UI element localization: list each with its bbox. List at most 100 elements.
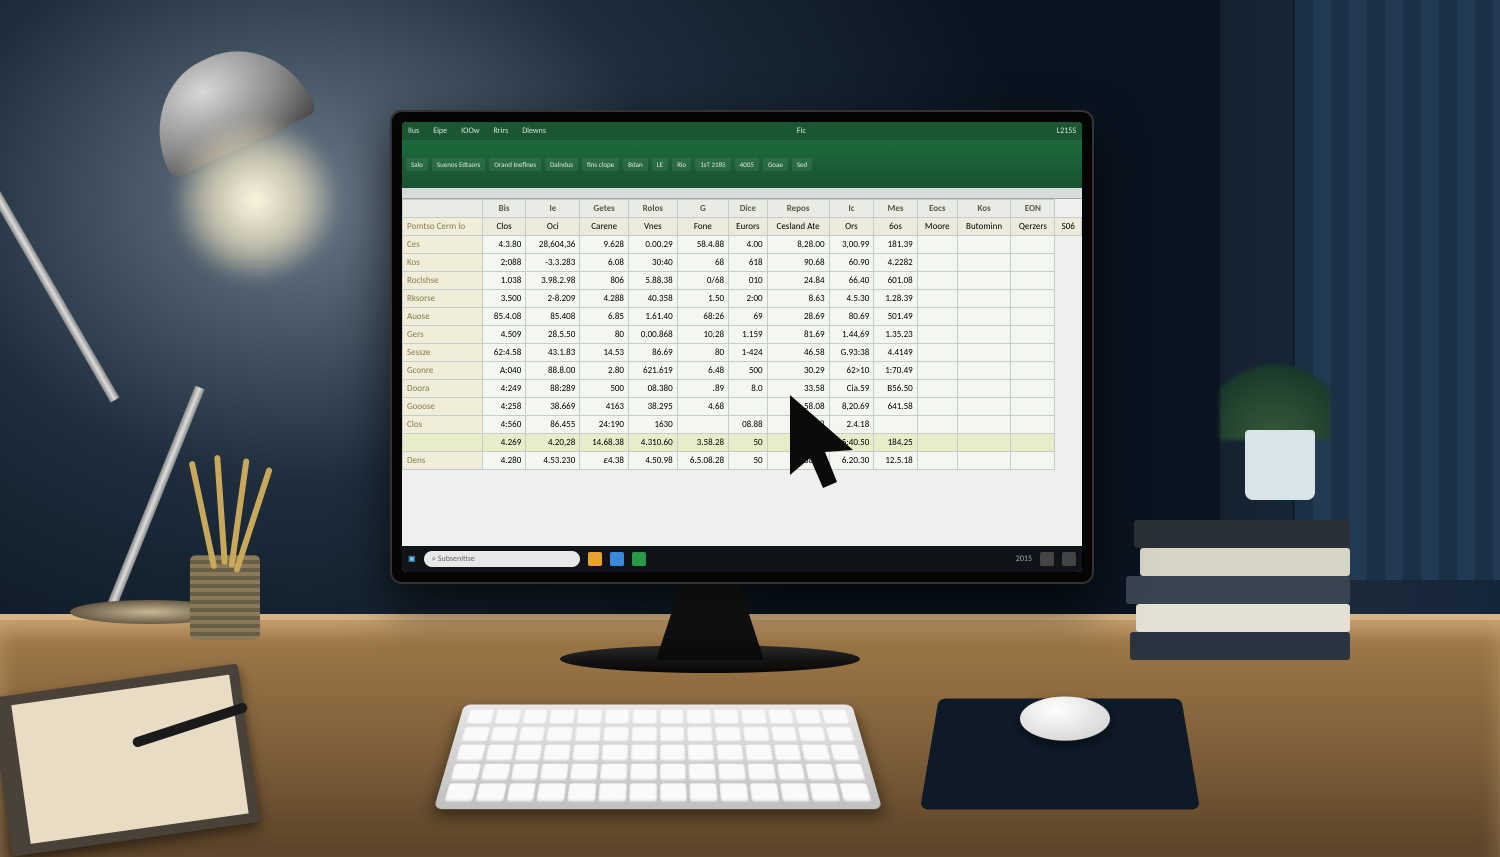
cell[interactable] (874, 416, 917, 434)
cell[interactable]: 184.25 (874, 434, 917, 452)
table-row[interactable]: 4.2694.20,2814.68.384.310.603.58.2850461… (403, 434, 1082, 452)
column-header[interactable]: Bis (482, 200, 525, 218)
cell[interactable]: 181.39 (874, 236, 917, 254)
cell[interactable]: 618 (729, 254, 768, 272)
ribbon-button[interactable]: Rio (672, 158, 691, 171)
cell[interactable]: 1-424 (729, 344, 768, 362)
cell[interactable]: 46.58 (767, 344, 829, 362)
cell[interactable]: 8,20.69 (829, 398, 874, 416)
cell[interactable]: .89 (677, 380, 728, 398)
cell[interactable]: 14.68.38 (580, 434, 629, 452)
cell[interactable]: 85.408 (526, 308, 580, 326)
table-row[interactable]: GconreA:04088.8.002.80621.6196.4850030.2… (403, 362, 1082, 380)
tray-icon[interactable] (1062, 552, 1076, 566)
ribbon-button[interactable]: Orand Ineflnes (489, 158, 541, 171)
cell[interactable]: 2.4.18 (829, 416, 874, 434)
cell[interactable]: 6.20.30 (829, 452, 874, 470)
column-header[interactable]: Repos (767, 200, 829, 218)
cell[interactable]: 6.08 (580, 254, 629, 272)
cell[interactable]: 50 (729, 434, 768, 452)
cell[interactable] (957, 326, 1011, 344)
table-row[interactable]: Gers4.50928.5.50800.00.86810.281.15981.6… (403, 326, 1082, 344)
table-row[interactable]: Kos2:088-3.3.2836.0830:406861890.6860.90… (403, 254, 1082, 272)
cell[interactable] (957, 452, 1011, 470)
cell[interactable]: 86.69 (629, 344, 678, 362)
cell[interactable]: 68:26 (677, 308, 728, 326)
cell[interactable] (917, 254, 957, 272)
cell[interactable]: 010 (729, 272, 768, 290)
cell[interactable] (917, 398, 957, 416)
cell[interactable] (957, 416, 1011, 434)
column-header[interactable]: Kos (957, 200, 1011, 218)
cell[interactable]: 38.295 (629, 398, 678, 416)
cell[interactable]: 2-8.209 (526, 290, 580, 308)
cell[interactable]: 1.038 (482, 272, 525, 290)
cell[interactable]: 80 (580, 326, 629, 344)
cell[interactable]: 4.50.98 (629, 452, 678, 470)
cell[interactable]: 80 (677, 344, 728, 362)
cell[interactable]: 14.53 (580, 344, 629, 362)
cell[interactable]: 30:40 (629, 254, 678, 272)
cell[interactable]: 8.63 (767, 290, 829, 308)
menu-item[interactable]: Dlewns (522, 126, 546, 136)
cell[interactable]: 33.58 (767, 380, 829, 398)
spreadsheet-grid[interactable]: BisIeGetesRolosGDiceReposIcMesEocsKosEON… (402, 199, 1082, 546)
ribbon-button[interactable]: Dalndus (545, 158, 578, 171)
cell[interactable]: 28,604,36 (526, 236, 580, 254)
cell[interactable] (1011, 416, 1055, 434)
cell[interactable]: 3.98.2.98 (526, 272, 580, 290)
cell[interactable]: 1.20.18 (767, 416, 829, 434)
menu-item[interactable]: Eipe (433, 126, 447, 136)
cell[interactable]: 806 (580, 272, 629, 290)
cell[interactable]: 1.44,69 (829, 326, 874, 344)
cell[interactable] (917, 434, 957, 452)
column-header[interactable]: Rolos (629, 200, 678, 218)
cell[interactable]: 08.380 (629, 380, 678, 398)
cell[interactable] (917, 236, 957, 254)
cell[interactable]: 9.628 (580, 236, 629, 254)
table-row[interactable]: Clos4:56086.45524:190163008.881.20.182.4… (403, 416, 1082, 434)
cell[interactable]: 500 (580, 380, 629, 398)
cell[interactable]: 62:4.58 (482, 344, 525, 362)
cell[interactable]: 0.00.868 (629, 326, 678, 344)
ribbon-button[interactable]: Salo (406, 158, 428, 171)
cell[interactable]: 08.88 (729, 416, 768, 434)
cell[interactable]: 2:00 (729, 290, 768, 308)
taskbar-app-icon[interactable] (632, 552, 646, 566)
cell[interactable]: 4.280 (482, 452, 525, 470)
cell[interactable]: 1:70.49 (874, 362, 917, 380)
cell[interactable]: 8,28.00 (767, 236, 829, 254)
cell[interactable]: 28.5.50 (526, 326, 580, 344)
cell[interactable]: 4:258 (482, 398, 525, 416)
cell[interactable]: 5:40.50 (829, 434, 874, 452)
cell[interactable]: 601.08 (874, 272, 917, 290)
column-header[interactable]: Dice (729, 200, 768, 218)
cell[interactable]: 1.35.23 (874, 326, 917, 344)
cell[interactable]: 69 (729, 308, 768, 326)
cell[interactable] (1011, 434, 1055, 452)
cell[interactable]: 4.2282 (874, 254, 917, 272)
cell[interactable] (1011, 290, 1055, 308)
cell[interactable]: 4.310.60 (629, 434, 678, 452)
cell[interactable]: 4.269 (482, 434, 525, 452)
cell[interactable]: 6.85 (580, 308, 629, 326)
cell[interactable]: 5.88.38 (629, 272, 678, 290)
cell[interactable] (957, 380, 1011, 398)
cell[interactable]: 0/68 (677, 272, 728, 290)
taskbar-app-icon[interactable] (610, 552, 624, 566)
cell[interactable]: 43.1.83 (526, 344, 580, 362)
cell[interactable] (1011, 380, 1055, 398)
table-row[interactable]: Sessze62:4.5843.1.8314.5386.69801-42446.… (403, 344, 1082, 362)
column-header[interactable]: Ie (526, 200, 580, 218)
cell[interactable]: 4.288 (580, 290, 629, 308)
column-header[interactable]: Mes (874, 200, 917, 218)
ribbon-button[interactable]: Goae (763, 158, 788, 171)
table-row[interactable]: Gooose4:25838.669416338.2954.6858.088,20… (403, 398, 1082, 416)
cell[interactable]: 1630 (629, 416, 678, 434)
cell[interactable]: 3,00.99 (829, 236, 874, 254)
start-icon[interactable]: ▣ (408, 554, 416, 564)
column-header[interactable]: EON (1011, 200, 1055, 218)
cell[interactable] (1011, 236, 1055, 254)
cell[interactable] (917, 416, 957, 434)
cell[interactable]: A:040 (482, 362, 525, 380)
